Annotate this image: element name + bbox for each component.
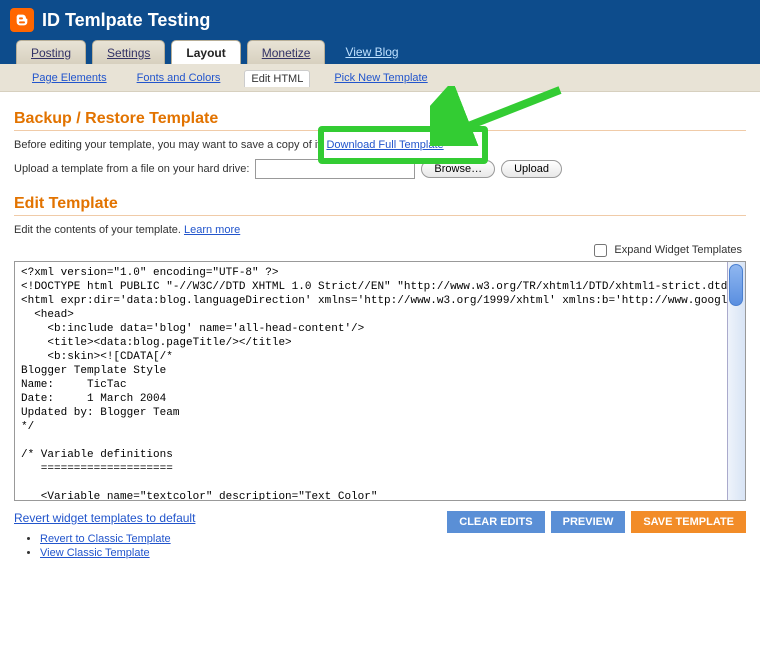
subtab-pick-template[interactable]: Pick New Template <box>328 70 433 87</box>
code-scroll-thumb[interactable] <box>729 264 743 306</box>
expand-widget-text: Expand Widget Templates <box>614 244 742 256</box>
preview-button[interactable]: PREVIEW <box>551 511 626 533</box>
learn-more-link[interactable]: Learn more <box>184 224 240 236</box>
revert-widgets-link[interactable]: Revert widget templates to default <box>14 511 195 525</box>
subtab-page-elements[interactable]: Page Elements <box>26 70 113 87</box>
tab-settings[interactable]: Settings <box>92 40 165 64</box>
edit-desc: Edit the contents of your template. Lear… <box>14 224 746 236</box>
save-template-button[interactable]: SAVE TEMPLATE <box>631 511 746 533</box>
edit-heading: Edit Template <box>14 195 746 216</box>
header: ID Temlpate Testing Posting Settings Lay… <box>0 0 760 64</box>
revert-classic-link[interactable]: Revert to Classic Template <box>40 533 171 545</box>
tab-posting[interactable]: Posting <box>16 40 86 64</box>
backup-heading: Backup / Restore Template <box>14 110 746 131</box>
backup-note: Before editing your template, you may wa… <box>14 139 746 151</box>
view-classic-link[interactable]: View Classic Template <box>40 547 150 559</box>
clear-edits-button[interactable]: CLEAR EDITS <box>447 511 544 533</box>
tab-monetize[interactable]: Monetize <box>247 40 326 64</box>
download-full-template-link[interactable]: Download Full Template <box>326 139 443 151</box>
expand-widget-checkbox[interactable] <box>594 244 607 257</box>
backup-note-text: Before editing your template, you may wa… <box>14 139 326 151</box>
template-code-textarea[interactable] <box>15 262 727 500</box>
template-code-box <box>14 261 746 501</box>
view-blog-link[interactable]: View Blog <box>345 45 398 59</box>
main-tabs: Posting Settings Layout Monetize View Bl… <box>10 40 750 64</box>
tab-layout[interactable]: Layout <box>171 40 240 64</box>
edit-desc-text: Edit the contents of your template. <box>14 224 184 236</box>
upload-file-input[interactable] <box>255 159 415 179</box>
blogger-logo-icon <box>10 8 34 32</box>
code-scrollbar[interactable] <box>727 262 745 500</box>
blog-title: ID Temlpate Testing <box>42 10 210 31</box>
upload-button[interactable]: Upload <box>501 160 562 178</box>
upload-label: Upload a template from a file on your ha… <box>14 163 249 175</box>
sub-tabs: Page Elements Fonts and Colors Edit HTML… <box>0 64 760 92</box>
content: Backup / Restore Template Before editing… <box>0 92 760 573</box>
browse-button[interactable]: Browse… <box>421 160 495 178</box>
subtab-edit-html[interactable]: Edit HTML <box>244 70 310 87</box>
subtab-fonts-colors[interactable]: Fonts and Colors <box>131 70 227 87</box>
expand-widget-label[interactable]: Expand Widget Templates <box>594 244 742 256</box>
